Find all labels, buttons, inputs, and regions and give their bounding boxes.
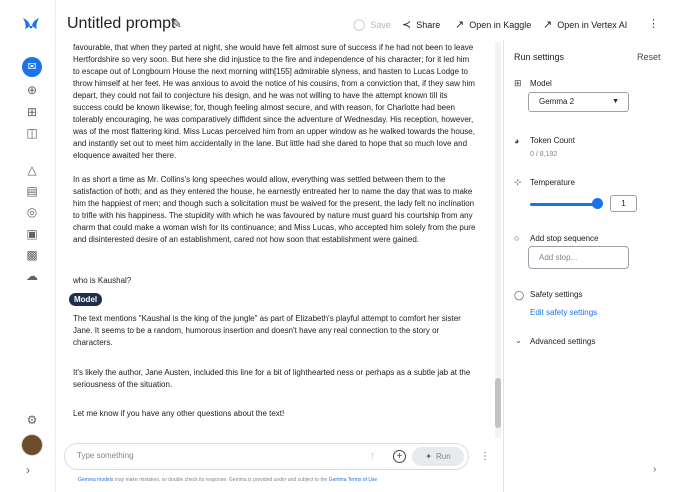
chat-scrollbar[interactable] — [495, 42, 501, 438]
share-icon: ≺ — [402, 19, 412, 31]
sparkle-icon: ✦ — [425, 452, 432, 461]
thermometer-icon: ⊹ — [514, 177, 522, 187]
token-count-label: Token Count — [530, 136, 575, 145]
panel-title: Run settings — [514, 52, 565, 62]
school-icon[interactable]: △ — [24, 162, 40, 178]
dropdown-caret-icon: ▼ — [612, 98, 619, 105]
chevron-right-icon[interactable]: › — [653, 464, 656, 475]
gemma-terms-link[interactable]: Gemma Terms of Use — [329, 477, 378, 483]
ticket-icon[interactable]: ▣ — [24, 226, 40, 242]
left-rail: ✉ ⊕ ⊞ ◫ △ ▤ ◎ ▣ ▩ ☁ ⚙ › — [0, 0, 56, 492]
open-external-icon: ↗ — [455, 19, 465, 31]
gemma-models-link[interactable]: Gemma models — [78, 477, 113, 483]
scrollbar-thumb[interactable] — [495, 378, 501, 428]
stop-sequence-field — [528, 246, 629, 269]
add-media-icon[interactable]: + — [393, 450, 406, 463]
model-label: Model — [530, 79, 552, 88]
disclaimer: Gemma models may make mistakes, so doubl… — [78, 477, 378, 483]
prompt-more-icon[interactable]: ⋮ — [480, 451, 490, 462]
forum-icon[interactable]: ▩ — [24, 247, 40, 263]
save-icon: ◯ — [353, 19, 366, 31]
temperature-label: Temperature — [530, 178, 575, 187]
temperature-slider-thumb[interactable] — [592, 198, 603, 209]
library-icon[interactable]: ◫ — [24, 125, 40, 141]
user-text-block: favourable, that when they parted at nig… — [73, 43, 475, 160]
temperature-slider[interactable] — [530, 203, 596, 206]
docs-icon[interactable]: ▤ — [24, 183, 40, 199]
run-settings-panel: Run settings Reset ⊞ Model Gemma 2 ▼ ◕ T… — [503, 40, 688, 492]
open-in-kaggle-button[interactable]: ↗ Open in Kaggle — [455, 18, 531, 31]
safety-settings-label: Safety settings — [530, 290, 583, 299]
more-vert-icon[interactable]: ⋮ — [648, 17, 659, 30]
model-response: It's likely the author, Jane Austen, inc… — [73, 368, 471, 389]
model-response: The text mentions "Kaushal is the king o… — [73, 314, 461, 347]
open-external-icon: ↗ — [543, 19, 553, 31]
token-count-value: 0 / 8,192 — [530, 151, 558, 158]
save-button[interactable]: ◯ Save — [353, 18, 391, 31]
prompt-box: ↑ + ✦Run — [64, 443, 469, 470]
chevron-right-icon[interactable]: › — [26, 463, 30, 477]
open-in-vertex-button[interactable]: ↗ Open in Vertex AI — [543, 18, 627, 31]
chat-transcript: favourable, that when they parted at nig… — [63, 42, 493, 438]
model-grid-icon: ⊞ — [514, 78, 522, 88]
share-button[interactable]: ≺ Share — [402, 18, 440, 31]
stop-circle-icon: ○ — [514, 233, 520, 243]
reset-button[interactable]: Reset — [637, 52, 661, 62]
settings-icon[interactable]: ⚙ — [24, 412, 40, 428]
chat-icon[interactable]: ✉ — [22, 57, 42, 77]
model-response: Let me know if you have any other questi… — [73, 409, 285, 418]
page-title[interactable]: Untitled prompt — [67, 15, 176, 33]
lightbulb-icon[interactable]: ◎ — [24, 204, 40, 220]
add-icon[interactable]: ⊕ — [24, 82, 40, 98]
advanced-settings-toggle[interactable]: Advanced settings — [530, 337, 595, 346]
expand-icon[interactable]: ⌄ — [515, 336, 522, 345]
avatar[interactable] — [21, 434, 43, 456]
cloud-icon[interactable]: ☁ — [24, 268, 40, 284]
user-question: who is Kaushal? — [73, 276, 132, 285]
edit-icon[interactable]: ✎ — [171, 16, 182, 32]
token-icon: ◕ — [514, 136, 520, 146]
arrow-up-icon[interactable]: ↑ — [370, 450, 376, 462]
stop-sequence-input[interactable] — [539, 253, 624, 262]
model-select[interactable]: Gemma 2 ▼ — [528, 92, 629, 112]
run-button[interactable]: ✦ Run — [412, 447, 464, 466]
user-text-block: In as short a time as Mr. Collins's long… — [73, 175, 476, 244]
prompt-input[interactable] — [77, 451, 347, 460]
gallery-icon[interactable]: ⊞ — [24, 104, 40, 120]
stop-sequence-label: Add stop sequence — [530, 234, 599, 243]
gemini-logo-icon[interactable] — [21, 14, 41, 34]
shield-icon: ◯ — [514, 290, 525, 300]
model-role-chip: Model — [69, 293, 103, 306]
temperature-input[interactable]: 1 — [610, 195, 637, 212]
edit-safety-settings-link[interactable]: Edit safety settings — [530, 308, 597, 317]
